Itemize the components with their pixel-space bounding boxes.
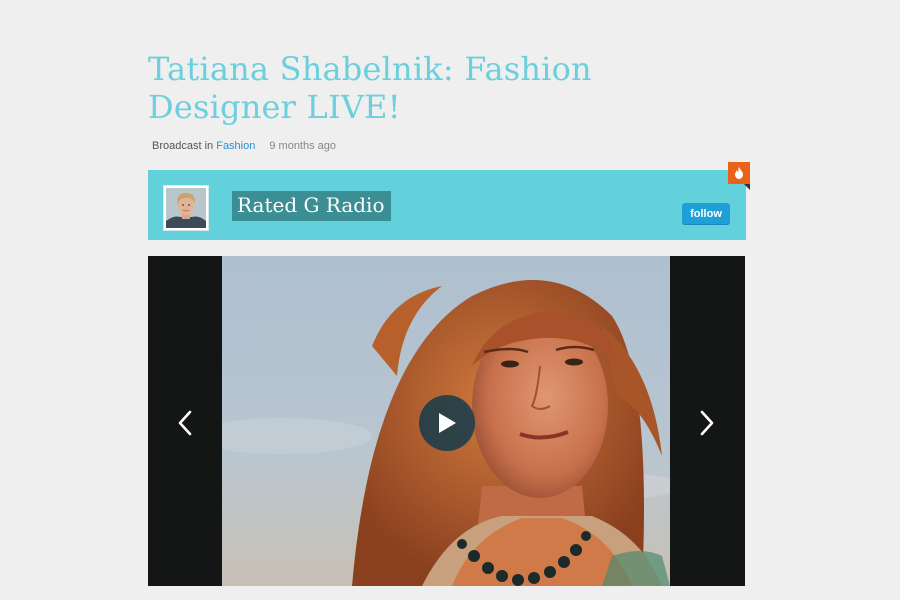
channel-bar: Rated G Radio follow [148,170,746,240]
time-ago: 9 months ago [269,140,337,152]
page-title: Tatiana Shabelnik: Fashion Designer LIVE… [148,50,592,126]
play-button[interactable] [419,395,475,451]
meta-prefix: Broadcast in [152,140,214,152]
play-icon [439,413,456,433]
avatar-image [166,188,206,228]
badge-fold [744,184,750,190]
broadcast-meta: Broadcast in Fashion 9 months ago [152,140,336,152]
chevron-right-icon [700,410,714,436]
flame-icon [735,167,743,179]
prev-button[interactable] [173,406,197,440]
avatar[interactable] [163,185,209,231]
chevron-left-icon [178,410,192,436]
next-button[interactable] [695,406,719,440]
hot-badge [728,162,750,184]
channel-name[interactable]: Rated G Radio [232,191,391,221]
category-link[interactable]: Fashion [216,140,255,152]
follow-button[interactable]: follow [682,203,730,225]
video-player[interactable] [148,256,745,586]
